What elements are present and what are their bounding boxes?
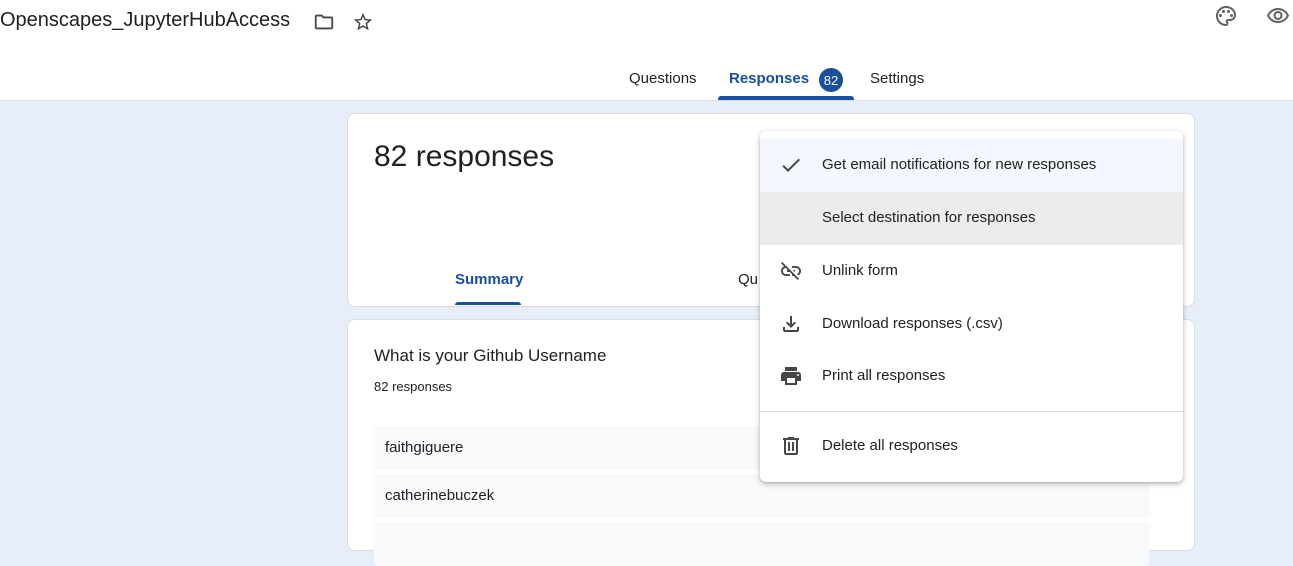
summary-tab-indicator [455, 302, 521, 305]
menu-item-select-destination[interactable]: Select destination for responses [760, 192, 1183, 245]
menu-item-print-all[interactable]: Print all responses [760, 350, 1183, 403]
tab-settings[interactable]: Settings [870, 70, 924, 87]
palette-icon[interactable] [1214, 4, 1238, 28]
menu-item-email-notifications[interactable]: Get email notifications for new response… [760, 139, 1183, 192]
menu-item-label: Download responses (.csv) [822, 315, 1003, 332]
answer-text: catherinebuczek [385, 487, 495, 504]
menu-item-label: Unlink form [822, 262, 898, 279]
question-title: What is your Github Username [374, 346, 607, 365]
link-off-icon [779, 259, 803, 283]
responses-count-heading: 82 responses [374, 140, 555, 173]
active-tab-indicator [718, 96, 854, 100]
menu-item-download-csv[interactable]: Download responses (.csv) [760, 298, 1183, 351]
menu-divider [760, 411, 1183, 412]
star-icon[interactable] [351, 10, 375, 34]
answer-text: faithgiguere [385, 439, 464, 456]
menu-item-unlink-form[interactable]: Unlink form [760, 245, 1183, 298]
menu-item-delete-all[interactable]: Delete all responses [760, 420, 1183, 473]
menu-item-label: Get email notifications for new response… [822, 156, 1097, 173]
eye-icon[interactable] [1266, 4, 1290, 28]
menu-item-label: Select destination for responses [822, 209, 1036, 226]
menu-item-label: Print all responses [822, 367, 946, 384]
folder-icon[interactable] [312, 10, 336, 34]
download-icon [779, 312, 803, 336]
question-response-count: 82 responses [374, 379, 453, 394]
tab-questions[interactable]: Questions [629, 70, 697, 87]
form-title[interactable]: Openscapes_JupyterHubAccess [0, 9, 290, 32]
trash-icon [779, 434, 803, 458]
tab-question[interactable]: Qu [738, 271, 758, 288]
menu-item-label: Delete all responses [822, 437, 958, 454]
answer-row [374, 522, 1149, 566]
responses-options-menu: Get email notifications for new response… [760, 131, 1183, 482]
print-icon [779, 364, 803, 388]
tab-summary[interactable]: Summary [455, 271, 523, 288]
check-icon [779, 153, 803, 177]
responses-count-badge: 82 [819, 68, 843, 92]
top-bar: Openscapes_JupyterHubAccess Questions Re… [0, 0, 1293, 101]
tab-responses[interactable]: Responses [729, 70, 809, 87]
